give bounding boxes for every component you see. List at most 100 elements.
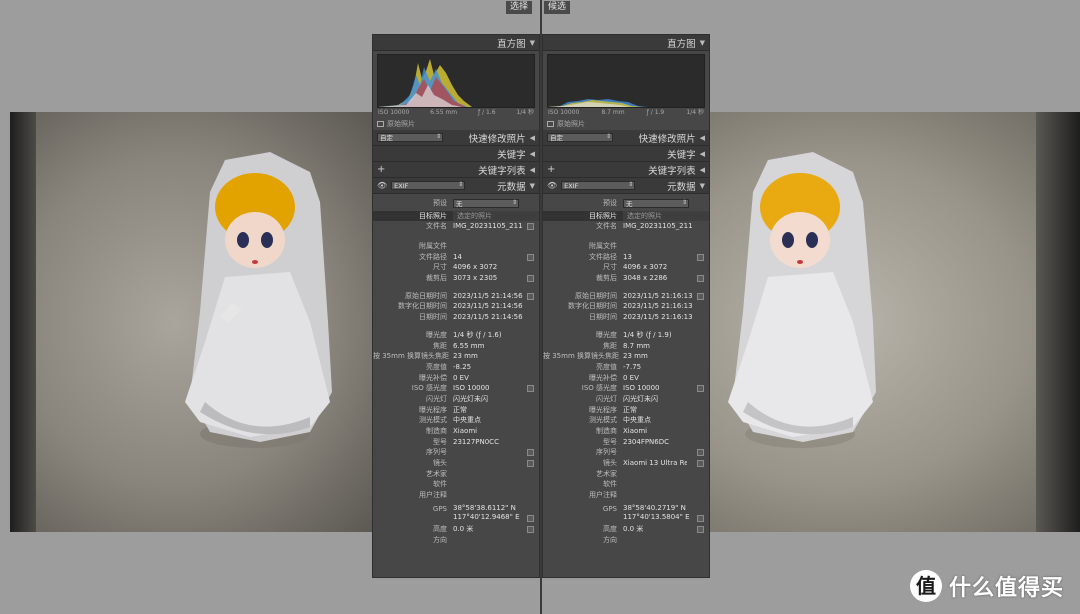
meta-row-filename: 文件名IMG_20231105_211612.jpg [543,221,709,241]
select-label[interactable]: 选择 [506,1,533,14]
serial-filter-icon[interactable] [527,449,534,457]
meta-row-dimensions: 尺寸 4096 x 3072 [603,263,668,272]
candidate-label[interactable]: 候选 [544,1,571,14]
altitude-icon[interactable] [527,525,534,533]
smzdm-logo-icon: 值 [910,570,942,602]
checkbox-icon[interactable] [377,121,384,127]
meta-row-metering: 测光模式 中央重点 [589,416,651,425]
meta-row-original-date: 原始日期时间 2023/11/5 21:16:13 [543,291,709,302]
crop-icon[interactable] [527,275,534,283]
histogram-info: ISO 10000 8.7 mm ƒ / 1.9 1/4 秒 [548,109,704,116]
keyword-list-header[interactable]: + 关键字列表 ◀ [373,162,539,178]
meta-row-gps: GPS 38°58'40.2719" N 117°40'13.5804" E [543,504,709,524]
quick-develop-header[interactable]: 自定 快速修改照片◀ [373,130,539,146]
crop-icon[interactable] [697,275,704,283]
map-icon[interactable] [697,514,704,522]
lens-filter-icon[interactable] [697,460,704,468]
meta-row-maker: 制造商 Xiaomi [596,427,648,435]
keywording-header[interactable]: 关键字 ◀ [543,146,709,162]
original-photo-toggle[interactable]: 原始照片 [543,118,709,130]
meta-row-folder: 文件路径 13 [543,252,709,263]
meta-row-bias: 曝光补偿 0 EV [419,373,469,382]
keyword-list-header[interactable]: + 关键字列表 ◀ [543,162,709,178]
eye-icon[interactable]: 👁 [547,181,557,190]
smzdm-watermark: 值 什么值得买 [910,570,1064,602]
expand-triangle-icon: ◀ [699,165,705,174]
meta-row-serial: 序列号 [543,447,709,458]
metadata-header[interactable]: 👁 EXIF 元数据▼ [543,178,709,194]
lens-filter-icon[interactable] [527,460,534,468]
target-tabs: 目标照片 选定的照片 [373,211,539,221]
meta-row-filename: 文件名IMG_20231105_211455.jpg [373,221,539,241]
histogram [547,54,705,108]
meta-row-altitude: 高度 0.0 米 [543,524,709,535]
date-filter-icon[interactable] [527,292,534,300]
map-icon[interactable] [527,514,534,522]
eye-icon[interactable]: 👁 [377,181,387,190]
meta-row-comment: 用户注释 [589,491,617,500]
date-filter-icon[interactable] [697,292,704,300]
meta-row-metering: 测光模式 中央重点 [419,416,481,425]
quick-develop-preset-select[interactable]: 自定 [547,133,613,142]
figurine-image [185,152,332,448]
tab-target-photo[interactable]: 目标照片 [543,211,623,221]
meta-row-focal35: 按 35mm 换算镜头焦距 23 mm [543,352,648,361]
meta-row-cropped: 裁剪后 3073 x 2305 [373,273,539,284]
metadata-mode-select[interactable]: EXIF [391,181,466,190]
metadata-panel-candidate: 直方图 ▼ ISO 10000 8.7 mm ƒ / 1.9 1/4 秒 原始照片… [542,34,710,578]
select-photo[interactable] [10,112,374,532]
meta-row-exposure: 曝光度 1/4 秒 (ƒ / 1.6) [426,330,502,339]
add-icon[interactable]: + [377,164,385,175]
metadata-header[interactable]: 👁 EXIF 元数据▼ [373,178,539,194]
target-tabs: 目标照片 选定的照片 [543,211,709,221]
histogram-info: ISO 10000 6.55 mm ƒ / 1.6 1/4 秒 [378,109,534,116]
filename-field[interactable]: IMG_20231105_211612.jpg [623,221,693,241]
meta-row-flash: 闪光灯 闪光灯未闪 [596,394,658,403]
add-icon[interactable]: + [547,164,555,175]
iso-filter-icon[interactable] [527,385,534,393]
candidate-photo[interactable] [708,112,1080,532]
meta-row-lens: 镜头 [373,458,539,469]
tab-selected-photos[interactable]: 选定的照片 [453,211,539,221]
meta-row-iso: ISO 感光度 ISO 10000 [543,383,709,394]
histogram-header[interactable]: 直方图 ▼ [373,35,539,51]
meta-row-software: 软件 [603,480,617,489]
meta-row-flash: 闪光灯 闪光灯未闪 [426,394,488,403]
meta-row-focal: 焦距 8.7 mm [603,341,650,350]
collapse-triangle-icon: ▼ [529,38,535,47]
metadata-preset-select[interactable]: 无 [453,198,519,208]
go-to-folder-icon[interactable] [697,253,704,261]
meta-row-original-date: 原始日期时间 2023/11/5 21:14:56 [373,291,539,302]
checkbox-icon[interactable] [547,121,554,127]
altitude-icon[interactable] [697,525,704,533]
meta-row-model: 型号 23127PN0CC [433,437,499,446]
quick-develop-header[interactable]: 自定 快速修改照片◀ [543,130,709,146]
metadata-preset-select[interactable]: 无 [623,198,689,208]
tab-target-photo[interactable]: 目标照片 [373,211,453,221]
collapse-triangle-icon: ▼ [699,181,705,190]
histogram-title: 直方图 [667,38,696,50]
expand-triangle-icon: ◀ [529,133,535,142]
serial-filter-icon[interactable] [697,449,704,457]
meta-row-brightness: 亮度值 -7.75 [596,362,642,371]
rename-icon[interactable] [527,223,534,230]
meta-row-bias: 曝光补偿 0 EV [589,373,639,382]
meta-row-software: 软件 [433,480,447,489]
meta-row-digitized-date: 数字化日期时间 2023/11/5 21:14:56 [398,302,523,311]
meta-row-sidecar: 附属文件 [419,242,447,250]
go-to-folder-icon[interactable] [527,253,534,261]
quick-develop-preset-select[interactable]: 自定 [377,133,443,142]
meta-row-comment: 用户注释 [419,491,447,500]
metadata-mode-select[interactable]: EXIF [561,181,636,190]
keywording-header[interactable]: 关键字 ◀ [373,146,539,162]
original-photo-toggle[interactable]: 原始照片 [373,118,539,130]
metadata-preset-row: 预设 无 [373,197,539,209]
histogram-header[interactable]: 直方图 ▼ [543,35,709,51]
filename-field[interactable]: IMG_20231105_211455.jpg [453,221,523,241]
meta-row-iso: ISO 感光度 ISO 10000 [373,383,539,394]
meta-row-brightness: 亮度值 -8.25 [426,362,472,371]
meta-row-artist: 艺术家 [596,469,617,478]
iso-filter-icon[interactable] [697,385,704,393]
tab-selected-photos[interactable]: 选定的照片 [623,211,709,221]
meta-row-digitized-date: 数字化日期时间 2023/11/5 21:16:13 [568,302,693,311]
